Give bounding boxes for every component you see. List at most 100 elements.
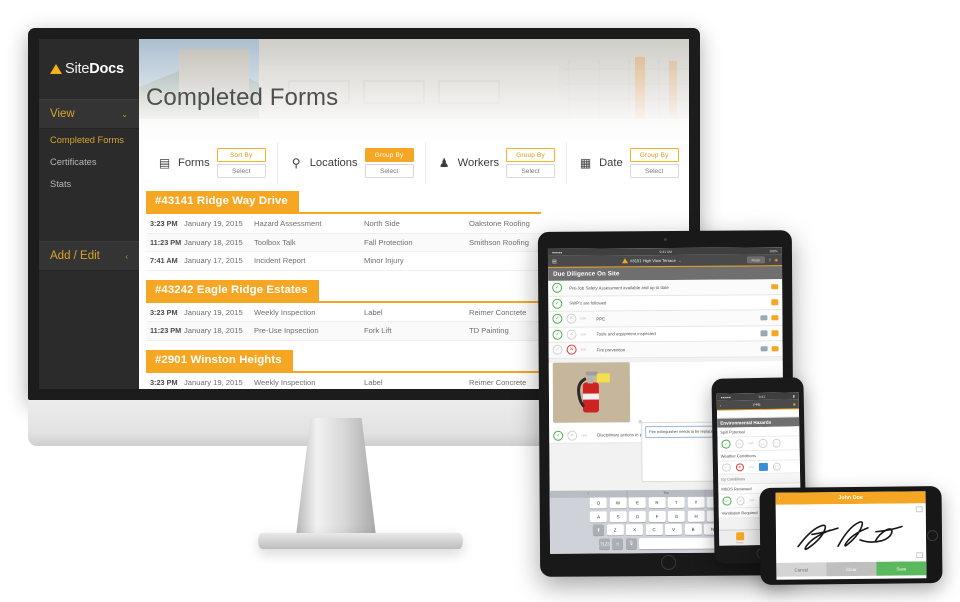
check-fail-icon[interactable]: ✕ — [566, 329, 577, 340]
key-z[interactable]: Z — [606, 524, 624, 536]
check-ok-icon[interactable]: ✓ — [552, 344, 563, 356]
key-y[interactable]: Y — [687, 496, 705, 508]
select-button-date[interactable]: Select — [629, 164, 679, 178]
clear-button[interactable]: Clear — [826, 561, 877, 577]
check-fail-icon[interactable]: ✕ — [734, 439, 744, 448]
ipad-nav-title-group[interactable]: #8191 High View Terrace ⌄ — [621, 258, 682, 264]
key-w[interactable]: W — [609, 497, 627, 509]
worker-icon: ♟ — [438, 156, 450, 170]
key-d[interactable]: D — [628, 510, 647, 522]
ipad-home-button[interactable] — [660, 554, 676, 571]
cancel-button[interactable]: Cancel — [776, 562, 827, 577]
na-label[interactable]: N/A — [748, 441, 753, 445]
sidebar-item-stats[interactable]: Stats — [39, 173, 139, 195]
key-h[interactable]: H — [687, 510, 705, 522]
microphone-icon[interactable]: 🎙 — [625, 537, 637, 549]
key-a[interactable]: A — [589, 510, 608, 523]
finish-button[interactable]: Finish — [746, 256, 766, 264]
checklist-item[interactable]: ✓ ✕ N/A Tools and equipment inspected — [548, 325, 783, 343]
check-fail-icon[interactable]: ✕ — [566, 313, 577, 324]
check-ok-icon[interactable]: ✓ — [722, 496, 732, 506]
check-fail-icon[interactable]: ✕ — [567, 430, 578, 441]
comment-icon[interactable] — [760, 314, 768, 321]
checklist-item[interactable]: ✓ SWP's are followed — [548, 294, 783, 312]
check-fail-icon[interactable]: ✕ — [735, 462, 745, 472]
sidebar-section-add-edit[interactable]: Add / Edit ‹ — [39, 241, 139, 271]
toolbar-group-workers[interactable]: ♟ Workers Group By Select — [426, 142, 568, 184]
na-label[interactable]: N/A — [749, 498, 754, 502]
sidebar-item-certificates[interactable]: Certificates — [39, 151, 139, 173]
check-ok-icon[interactable]: ✓ — [552, 298, 563, 309]
na-label[interactable]: N/A — [749, 465, 754, 469]
grid-menu-icon[interactable]: ▤ — [552, 258, 557, 264]
check-ok-icon[interactable]: ✓ — [721, 462, 731, 472]
tab-forms[interactable]: Forms — [719, 530, 760, 546]
na-label[interactable]: N/A — [581, 332, 590, 336]
key-r[interactable]: R — [648, 497, 666, 509]
key-t[interactable]: T — [667, 496, 685, 508]
select-button-forms[interactable]: Select — [216, 164, 266, 178]
back-chevron-icon[interactable]: ‹ — [779, 496, 781, 502]
group-by-button-workers[interactable]: Group By — [506, 148, 556, 162]
na-label[interactable]: N/A — [581, 433, 590, 437]
checklist-item[interactable]: ✓ Pre-Job Safety Assessment available an… — [548, 279, 783, 297]
key-f[interactable]: F — [648, 510, 666, 522]
user-icon[interactable]: ◉ — [793, 402, 796, 406]
save-button[interactable]: Save — [876, 561, 927, 576]
check-ok-icon[interactable]: ✓ — [552, 282, 563, 294]
comment-icon[interactable] — [760, 345, 768, 352]
checklist-item[interactable]: ✓ ✕ N/A Fire prevention — [548, 341, 783, 359]
check-ok-icon[interactable]: ✓ — [553, 430, 564, 441]
key-g[interactable]: G — [667, 510, 686, 522]
camera-icon[interactable] — [771, 314, 779, 321]
na-label[interactable]: N/A — [581, 348, 590, 352]
back-chevron-icon[interactable]: ‹ — [720, 403, 721, 407]
signature-pad[interactable] — [775, 503, 927, 563]
check-ok-icon[interactable]: ✓ — [552, 329, 563, 340]
camera-icon[interactable]: ▢ — [772, 462, 782, 471]
group-by-button-date[interactable]: Group By — [629, 148, 679, 162]
emoji-icon[interactable]: ☺ — [612, 537, 624, 549]
toolbar-group-date[interactable]: ▦ Date Group By Select — [567, 142, 689, 184]
checklist-item[interactable]: ✓ ✕ N/A PPE — [548, 310, 783, 328]
toolbar-group-forms[interactable]: ▤ Forms Sort By Select — [146, 142, 278, 184]
select-button-locations[interactable]: Select — [364, 164, 414, 178]
suggestion-1[interactable]: I — [549, 490, 628, 498]
camera-icon[interactable] — [771, 283, 779, 290]
comment-icon[interactable] — [758, 462, 768, 471]
key-s[interactable]: S — [609, 510, 627, 522]
na-label[interactable]: N/A — [580, 317, 589, 321]
key-v[interactable]: V — [665, 523, 683, 536]
key-e[interactable]: E — [628, 497, 646, 509]
battery-icon: 100% — [769, 248, 778, 253]
shift-key[interactable]: ⬆ — [593, 524, 605, 536]
camera-icon[interactable] — [771, 299, 779, 305]
sort-by-button-forms[interactable]: Sort By — [216, 148, 266, 162]
phone-home-button[interactable] — [926, 530, 939, 542]
key-b[interactable]: B — [684, 523, 702, 535]
comment-icon[interactable]: ▭ — [758, 438, 768, 448]
check-ok-icon[interactable]: ✓ — [721, 439, 731, 449]
check-ok-icon[interactable]: ✓ — [552, 313, 563, 325]
numeric-key[interactable]: .?123 — [598, 537, 610, 549]
select-button-workers[interactable]: Select — [506, 164, 556, 178]
sidebar-item-completed-forms[interactable]: Completed Forms — [39, 129, 139, 151]
share-icon[interactable]: ⇪ — [768, 257, 771, 262]
key-c[interactable]: C — [645, 524, 663, 536]
group-by-button-locations[interactable]: Group By — [364, 148, 414, 162]
check-fail-icon[interactable]: ✕ — [735, 496, 745, 505]
row-form: Hazard Assessment — [254, 219, 322, 229]
camera-icon[interactable] — [771, 330, 779, 336]
sidebar-section-view-header[interactable]: View ⌄ — [39, 99, 139, 129]
key-q[interactable]: Q — [589, 497, 607, 509]
close-icon[interactable]: ⊗ — [638, 419, 642, 425]
comment-icon[interactable] — [760, 330, 768, 336]
camera-icon[interactable]: ▢ — [771, 438, 781, 448]
user-icon[interactable]: ◉ — [774, 257, 778, 262]
suggestion-2[interactable]: The — [627, 489, 706, 498]
check-fail-icon[interactable]: ✕ — [566, 344, 577, 355]
toolbar-group-locations[interactable]: ⚲ Locations Group By Select — [278, 142, 426, 184]
fire-extinguisher-photo[interactable] — [552, 361, 631, 423]
key-x[interactable]: X — [626, 524, 644, 536]
camera-icon[interactable] — [771, 345, 779, 352]
